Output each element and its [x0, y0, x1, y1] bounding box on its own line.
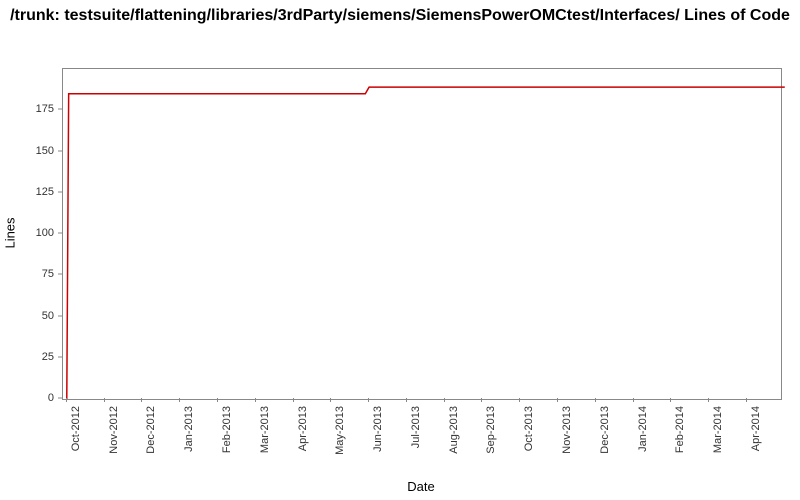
- y-axis-ticks: 0255075100125150175: [0, 68, 58, 398]
- y-tick-label: 175: [36, 103, 54, 115]
- x-tick-label: Mar-2013: [259, 406, 271, 453]
- x-tick-label: Oct-2013: [523, 406, 535, 451]
- x-tick-label: Nov-2013: [561, 406, 573, 454]
- y-tick-label: 50: [42, 310, 54, 322]
- chart-container: /trunk: testsuite/flattening/libraries/3…: [0, 0, 800, 500]
- x-tick-mark: [670, 398, 671, 402]
- x-tick-label: May-2013: [334, 406, 346, 455]
- y-tick-mark: [58, 109, 62, 110]
- x-tick-mark: [255, 398, 256, 402]
- y-tick-label: 150: [36, 145, 54, 157]
- x-tick-label: Dec-2013: [599, 406, 611, 454]
- x-tick-mark: [179, 398, 180, 402]
- x-tick-mark: [368, 398, 369, 402]
- x-tick-mark: [444, 398, 445, 402]
- x-tick-label: Sep-2013: [485, 406, 497, 454]
- data-line: [63, 69, 781, 399]
- x-tick-label: Feb-2014: [674, 406, 686, 453]
- y-tick-mark: [58, 233, 62, 234]
- x-tick-label: Apr-2013: [297, 406, 309, 451]
- x-tick-mark: [330, 398, 331, 402]
- y-tick-label: 25: [42, 351, 54, 363]
- x-tick-mark: [746, 398, 747, 402]
- x-tick-label: Aug-2013: [448, 406, 460, 454]
- x-tick-label: Jun-2013: [372, 406, 384, 452]
- y-tick-mark: [58, 356, 62, 357]
- x-tick-label: Jan-2014: [637, 406, 649, 452]
- y-tick-label: 125: [36, 186, 54, 198]
- x-axis-ticks: Oct-2012 Nov-2012 Dec-2012 Jan-2013 Feb-2013…: [62, 398, 780, 488]
- y-tick-label: 0: [48, 392, 54, 404]
- x-tick-mark: [406, 398, 407, 402]
- y-tick-label: 75: [42, 268, 54, 280]
- x-tick-mark: [293, 398, 294, 402]
- y-tick-mark: [58, 150, 62, 151]
- y-tick-mark: [58, 315, 62, 316]
- x-tick-mark: [141, 398, 142, 402]
- x-tick-mark: [66, 398, 67, 402]
- plot-area: [62, 68, 782, 400]
- x-tick-mark: [595, 398, 596, 402]
- x-tick-label: Jul-2013: [410, 406, 422, 448]
- x-tick-mark: [217, 398, 218, 402]
- series-line: [67, 87, 785, 399]
- x-tick-label: Jan-2013: [183, 406, 195, 452]
- x-tick-mark: [104, 398, 105, 402]
- chart-title: /trunk: testsuite/flattening/libraries/3…: [0, 0, 800, 26]
- x-tick-label: Mar-2014: [712, 406, 724, 453]
- x-tick-mark: [708, 398, 709, 402]
- y-tick-mark: [58, 191, 62, 192]
- x-tick-label: Dec-2012: [145, 406, 157, 454]
- x-tick-label: Nov-2012: [108, 406, 120, 454]
- x-tick-mark: [557, 398, 558, 402]
- x-tick-mark: [633, 398, 634, 402]
- y-tick-label: 100: [36, 227, 54, 239]
- x-tick-mark: [481, 398, 482, 402]
- x-tick-label: Feb-2013: [221, 406, 233, 453]
- y-tick-mark: [58, 398, 62, 399]
- x-tick-mark: [519, 398, 520, 402]
- y-tick-mark: [58, 274, 62, 275]
- x-tick-label: Oct-2012: [70, 406, 82, 451]
- x-tick-label: Apr-2014: [750, 406, 762, 451]
